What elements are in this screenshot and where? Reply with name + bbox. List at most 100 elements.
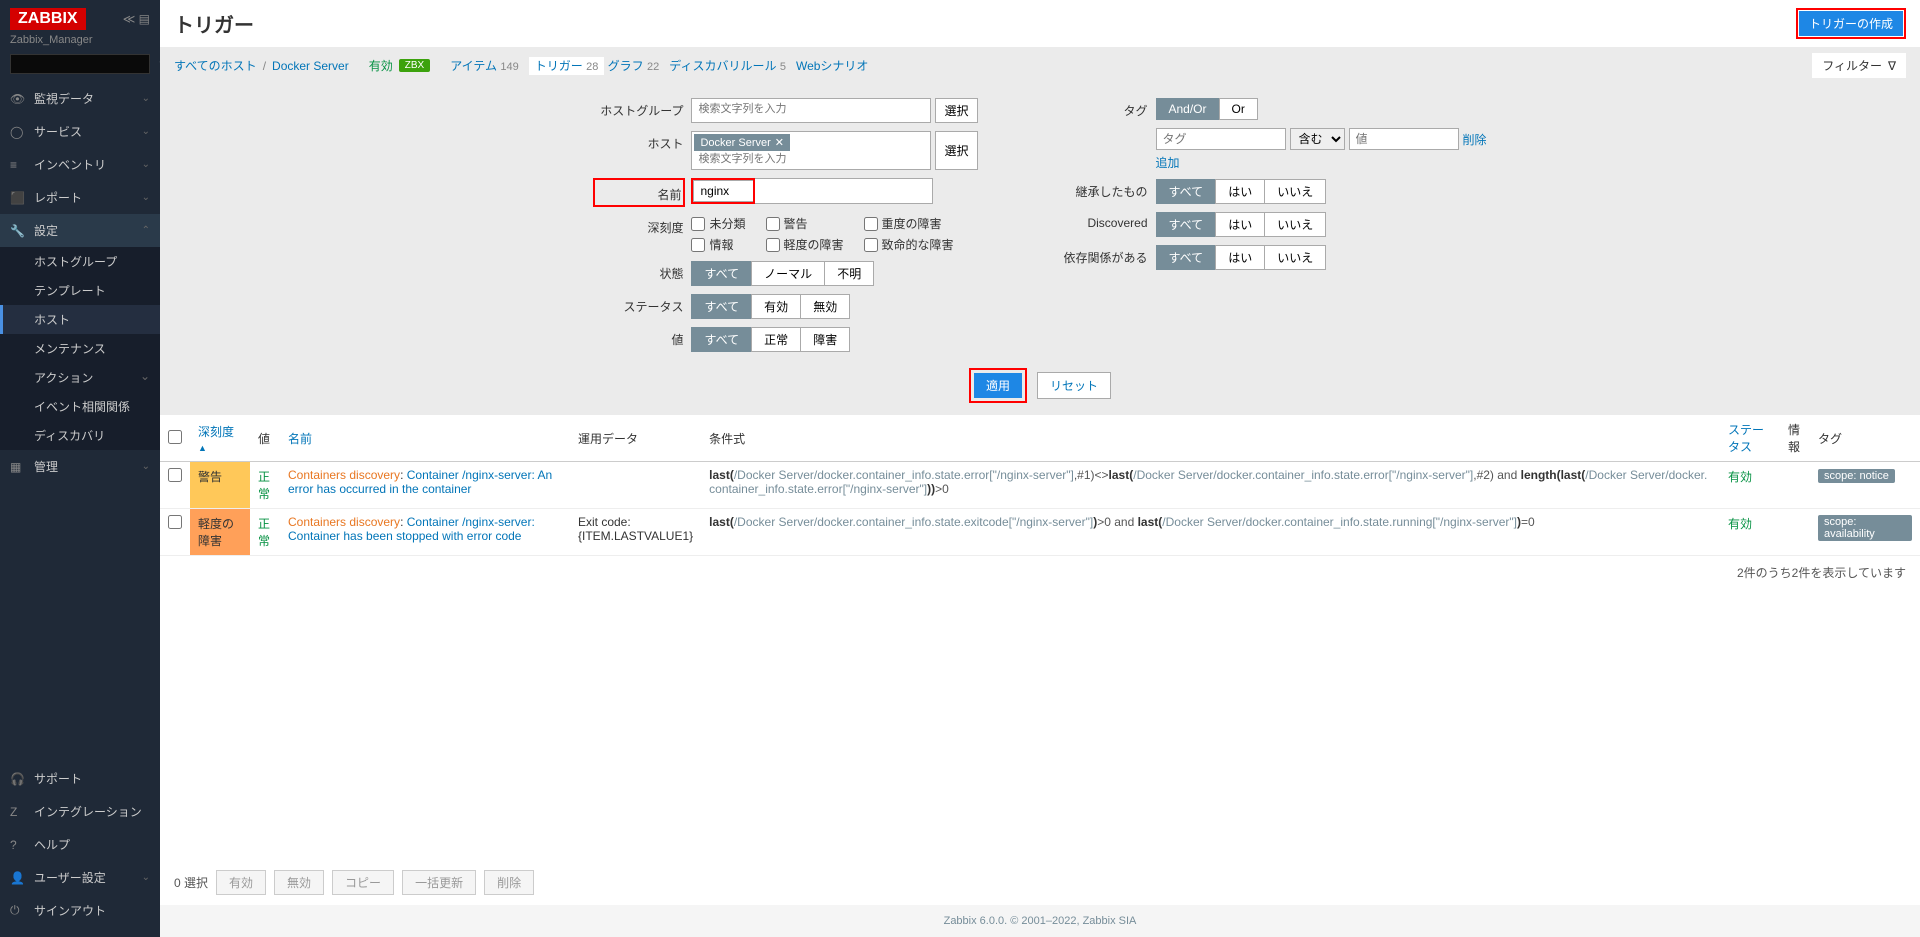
depends-group-opt-1[interactable]: はい	[1215, 245, 1264, 270]
bottom-item-0[interactable]: 🎧サポート	[0, 762, 160, 795]
col-expression: 条件式	[701, 415, 1720, 462]
bulk-delete-button[interactable]: 削除	[484, 870, 534, 895]
tag-add-link[interactable]: 追加	[1156, 156, 1180, 170]
collapse-sidebar-icon[interactable]: ≪ ▤	[123, 12, 150, 26]
global-search-input[interactable]	[17, 58, 159, 70]
tag-name-input[interactable]	[1156, 128, 1286, 150]
value-group-opt-2[interactable]: 障害	[800, 327, 850, 352]
state-group-opt-1[interactable]: ノーマル	[751, 261, 824, 286]
col-severity[interactable]: 深刻度 ▲	[198, 425, 234, 454]
inherited-group-opt-0[interactable]: すべて	[1156, 179, 1216, 204]
col-name[interactable]: 名前	[288, 432, 312, 446]
bottom-item-2[interactable]: ?ヘルプ	[0, 828, 160, 861]
inherited-group-opt-2[interactable]: いいえ	[1264, 179, 1326, 204]
host-multiselect[interactable]: Docker Server ✕	[691, 131, 931, 170]
bulk-disable-button[interactable]: 無効	[274, 870, 324, 895]
sub-item-6[interactable]: ディスカバリ	[0, 421, 160, 450]
global-search[interactable]: 🔍	[10, 54, 150, 74]
row-checkbox[interactable]	[168, 468, 182, 482]
filter-tab[interactable]: フィルター ∇	[1812, 53, 1906, 78]
value-group-opt-1[interactable]: 正常	[751, 327, 800, 352]
select-all-checkbox[interactable]	[168, 430, 182, 444]
opdata-cell	[570, 462, 701, 509]
bc-tab-3[interactable]: ディスカバリルール	[669, 59, 776, 73]
main-content: トリガー トリガーの作成 すべてのホスト / Docker Server 有効 …	[160, 0, 1920, 937]
opdata-cell: Exit code: {ITEM.LASTVALUE1}	[570, 509, 701, 556]
host-input[interactable]	[694, 151, 928, 167]
bottom-item-4[interactable]: ⏻サインアウト	[0, 894, 160, 927]
sev-cb-4[interactable]: 軽度の障害	[766, 236, 844, 253]
host-group-input[interactable]	[694, 101, 928, 117]
bulk-massupdate-button[interactable]: 一括更新	[402, 870, 476, 895]
reset-button[interactable]: リセット	[1037, 372, 1111, 399]
discovered-group-opt-0[interactable]: すべて	[1156, 212, 1216, 237]
table-row: 警告 正常 Containers discovery: Container /n…	[160, 462, 1920, 509]
sub-item-1[interactable]: テンプレート	[0, 276, 160, 305]
bc-host[interactable]: Docker Server	[272, 59, 349, 73]
status-link[interactable]: 有効	[1728, 470, 1752, 484]
depends-group-opt-0[interactable]: すべて	[1156, 245, 1216, 270]
bulk-enable-button[interactable]: 有効	[216, 870, 266, 895]
tag-value-input[interactable]	[1349, 128, 1459, 150]
bc-tab-1[interactable]: トリガー 28	[529, 57, 605, 75]
sub-item-0[interactable]: ホストグループ	[0, 247, 160, 276]
status-group-opt-1[interactable]: 有効	[751, 294, 800, 319]
depends-group-opt-2[interactable]: いいえ	[1264, 245, 1326, 270]
discovered-group-opt-1[interactable]: はい	[1215, 212, 1264, 237]
bc-enabled: 有効	[369, 57, 393, 74]
tag-group-opt-0[interactable]: And/Or	[1156, 98, 1219, 120]
tag-remove-link[interactable]: 削除	[1463, 131, 1487, 148]
inherited-group-opt-1[interactable]: はい	[1215, 179, 1264, 204]
name-label: 名前	[597, 182, 681, 203]
tag-group-opt-1[interactable]: Or	[1219, 98, 1258, 120]
sev-cb-3[interactable]: 情報	[691, 236, 745, 253]
sev-cb-1[interactable]: 警告	[766, 215, 844, 232]
bottom-item-1[interactable]: Zインテグレーション	[0, 795, 160, 828]
nav-item-1[interactable]: ◯サービス⌄	[0, 115, 160, 148]
tag-op-select[interactable]: 含む	[1290, 128, 1345, 150]
value-group-opt-0[interactable]: すべて	[691, 327, 751, 352]
sub-item-3[interactable]: メンテナンス	[0, 334, 160, 363]
bottom-item-3[interactable]: 👤ユーザー設定⌄	[0, 861, 160, 894]
sub-item-2[interactable]: ホスト	[0, 305, 160, 334]
nav-item-4[interactable]: 🔧設定⌃	[0, 214, 160, 247]
status-group-opt-2[interactable]: 無効	[800, 294, 850, 319]
row-checkbox[interactable]	[168, 515, 182, 529]
bc-all-hosts[interactable]: すべてのホスト	[174, 57, 257, 74]
tag-badge[interactable]: scope: availability	[1818, 515, 1912, 541]
name-input-rest[interactable]	[755, 178, 933, 204]
status-link[interactable]: 有効	[1728, 517, 1752, 531]
nav-item-0[interactable]: 👁監視データ⌄	[0, 82, 160, 115]
host-tag-remove[interactable]: ✕	[775, 136, 784, 149]
nav-item-5[interactable]: ▦管理⌄	[0, 450, 160, 483]
host-group-multiselect[interactable]	[691, 98, 931, 123]
state-group-opt-2[interactable]: 不明	[824, 261, 874, 286]
col-status[interactable]: ステータス	[1728, 423, 1764, 454]
bc-tab-4[interactable]: Webシナリオ	[796, 59, 868, 73]
sev-cb-5[interactable]: 致命的な障害	[864, 236, 954, 253]
tag-badge[interactable]: scope: notice	[1818, 469, 1895, 483]
depends-label: 依存関係がある	[1058, 245, 1148, 266]
sub-item-4[interactable]: アクション⌄	[0, 363, 160, 392]
create-trigger-button[interactable]: トリガーの作成	[1799, 11, 1903, 36]
discovered-group-opt-2[interactable]: いいえ	[1264, 212, 1326, 237]
nav-item-3[interactable]: ⬛レポート⌄	[0, 181, 160, 214]
host-label: ホスト	[593, 131, 683, 152]
sidebar-bottom: 🎧サポートZインテグレーション?ヘルプ👤ユーザー設定⌄⏻サインアウト	[0, 762, 160, 937]
apply-button[interactable]: 適用	[974, 373, 1022, 398]
nav-item-2[interactable]: ≡インベントリ⌄	[0, 148, 160, 181]
sub-item-5[interactable]: イベント相関関係	[0, 392, 160, 421]
severity-label: 深刻度	[593, 215, 683, 236]
status-group-opt-0[interactable]: すべて	[691, 294, 751, 319]
bc-tab-2[interactable]: グラフ	[608, 59, 644, 73]
name-input-highlighted[interactable]	[693, 180, 753, 202]
discovered-label: Discovered	[1058, 212, 1148, 230]
bc-tab-0[interactable]: アイテム	[450, 59, 497, 73]
sev-cb-0[interactable]: 未分類	[691, 215, 745, 232]
tags-cell: scope: notice	[1810, 462, 1920, 509]
host-group-select-button[interactable]: 選択	[935, 98, 977, 123]
bulk-copy-button[interactable]: コピー	[332, 870, 394, 895]
sev-cb-2[interactable]: 重度の障害	[864, 215, 954, 232]
host-select-button[interactable]: 選択	[935, 131, 977, 170]
state-group-opt-0[interactable]: すべて	[691, 261, 751, 286]
